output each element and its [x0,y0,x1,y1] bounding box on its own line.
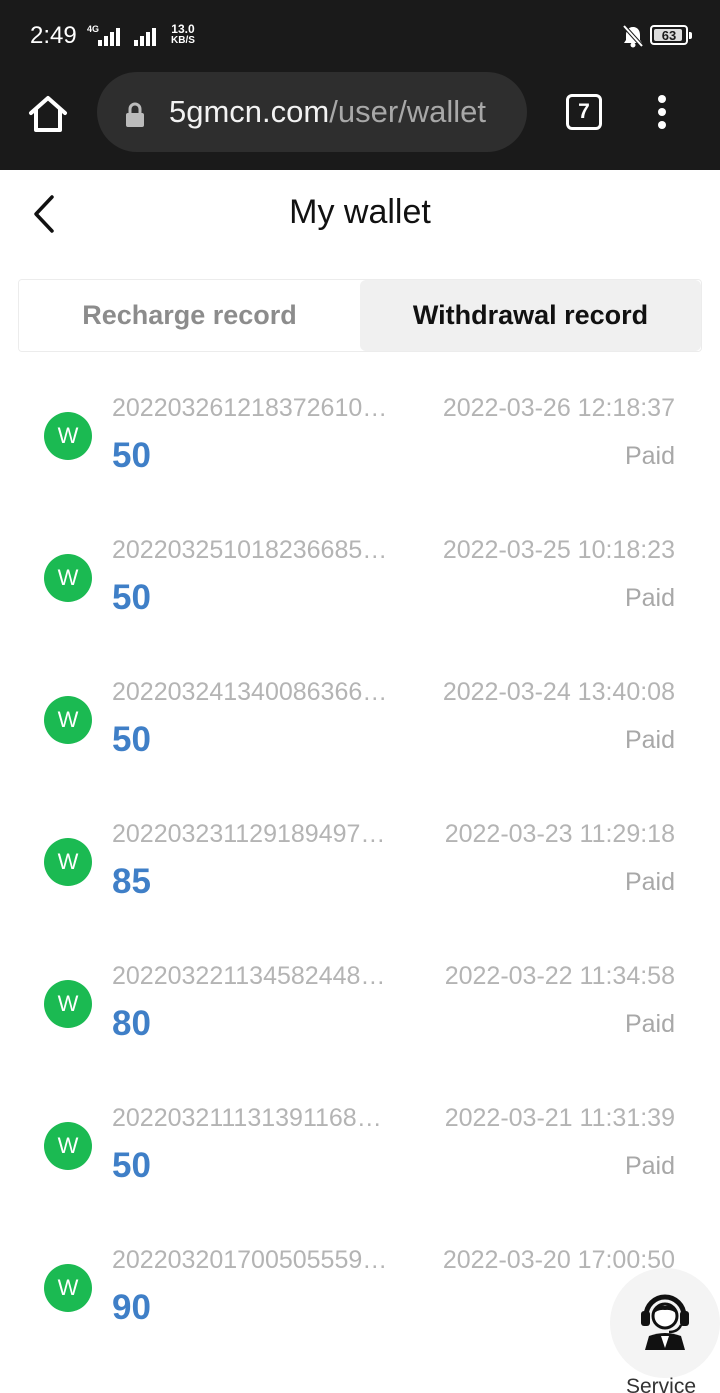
list-item[interactable]: W 202203221134582448… 2022-03-22 11:34:5… [0,920,720,1062]
tab-switcher-button[interactable]: 7 [566,94,602,130]
record-amount: 90 [112,1288,151,1327]
url-host: 5gmcn.com [169,94,330,129]
signal-icon-2 [134,26,156,46]
record-status: Paid [624,726,675,754]
record-id: 202203201700505559… [112,1246,388,1274]
record-id: 202203211131391168… [112,1104,382,1132]
battery-icon: 63 [650,25,692,45]
customer-service-headset-icon [641,1294,689,1350]
overflow-menu-icon[interactable] [650,92,674,136]
record-time: 2022-03-24 13:40:08 [442,678,675,706]
service-label: Service [626,1375,697,1393]
home-icon[interactable] [26,92,70,136]
list-item[interactable]: W 202203231129189497… 2022-03-23 11:29:1… [0,778,720,920]
record-status: Paid [624,584,675,612]
record-status: Paid [624,868,675,896]
record-amount: 50 [112,720,151,759]
record-amount: 85 [112,862,151,901]
page-title: My wallet [289,193,431,231]
list-item[interactable]: W 202203241340086366… 2022-03-24 13:40:0… [0,636,720,778]
record-time: 2022-03-26 12:18:37 [442,394,675,422]
record-id: 202203221134582448… [112,962,386,990]
list-item[interactable]: W 202203261218372610… 2022-03-26 12:18:3… [0,352,720,494]
record-time: 2022-03-25 10:18:23 [442,536,675,564]
record-amount: 50 [112,436,151,475]
withdrawal-w-icon: W [44,412,92,460]
network-speed: 13.0 KB/S [171,23,195,47]
withdrawal-w-icon: W [44,980,92,1028]
record-time: 2022-03-22 11:34:58 [444,962,675,990]
record-id: 202203261218372610… [112,394,388,422]
list-item[interactable]: W 202203211131391168… 2022-03-21 11:31:3… [0,1062,720,1204]
record-status: Paid [624,1010,675,1038]
signal-icon [98,26,120,46]
record-id: 202203251018236685… [112,536,388,564]
record-time: 2022-03-21 11:31:39 [444,1104,675,1132]
browser-chrome: 2:49 4G 13.0 KB/S 63 5gmcn.com/user/wall… [0,0,720,170]
record-time: 2022-03-23 11:29:18 [444,820,675,848]
tab-recharge-record[interactable]: Recharge record [19,280,360,351]
record-status: Paid [624,442,675,470]
record-amount: 50 [112,1146,151,1185]
record-id: 202203241340086366… [112,678,388,706]
battery-level: 63 [661,27,677,43]
bell-muted-icon [622,24,644,48]
withdrawal-w-icon: W [44,1122,92,1170]
record-tabs: Recharge record Withdrawal record [18,279,702,352]
record-status: Paid [624,1152,675,1180]
lock-icon [126,102,144,127]
record-amount: 50 [112,578,151,617]
network-speed-unit: KB/S [171,35,195,46]
network-speed-value: 13.0 [171,22,195,36]
withdrawal-w-icon: W [44,1264,92,1312]
list-item[interactable]: W 202203251018236685… 2022-03-25 10:18:2… [0,494,720,636]
record-amount: 80 [112,1004,151,1043]
withdrawal-record-list: W 202203261218372610… 2022-03-26 12:18:3… [0,352,720,1346]
url-path: /user/wallet [329,94,487,129]
withdrawal-w-icon: W [44,696,92,744]
withdrawal-w-icon: W [44,554,92,602]
url-text: 5gmcn.com/user/wallet [169,94,486,130]
withdrawal-w-icon: W [44,838,92,886]
address-bar[interactable]: 5gmcn.com/user/wallet [97,72,527,152]
record-id: 202203231129189497… [112,820,386,848]
tab-withdrawal-record[interactable]: Withdrawal record [360,280,701,351]
status-time: 2:49 [30,22,77,49]
